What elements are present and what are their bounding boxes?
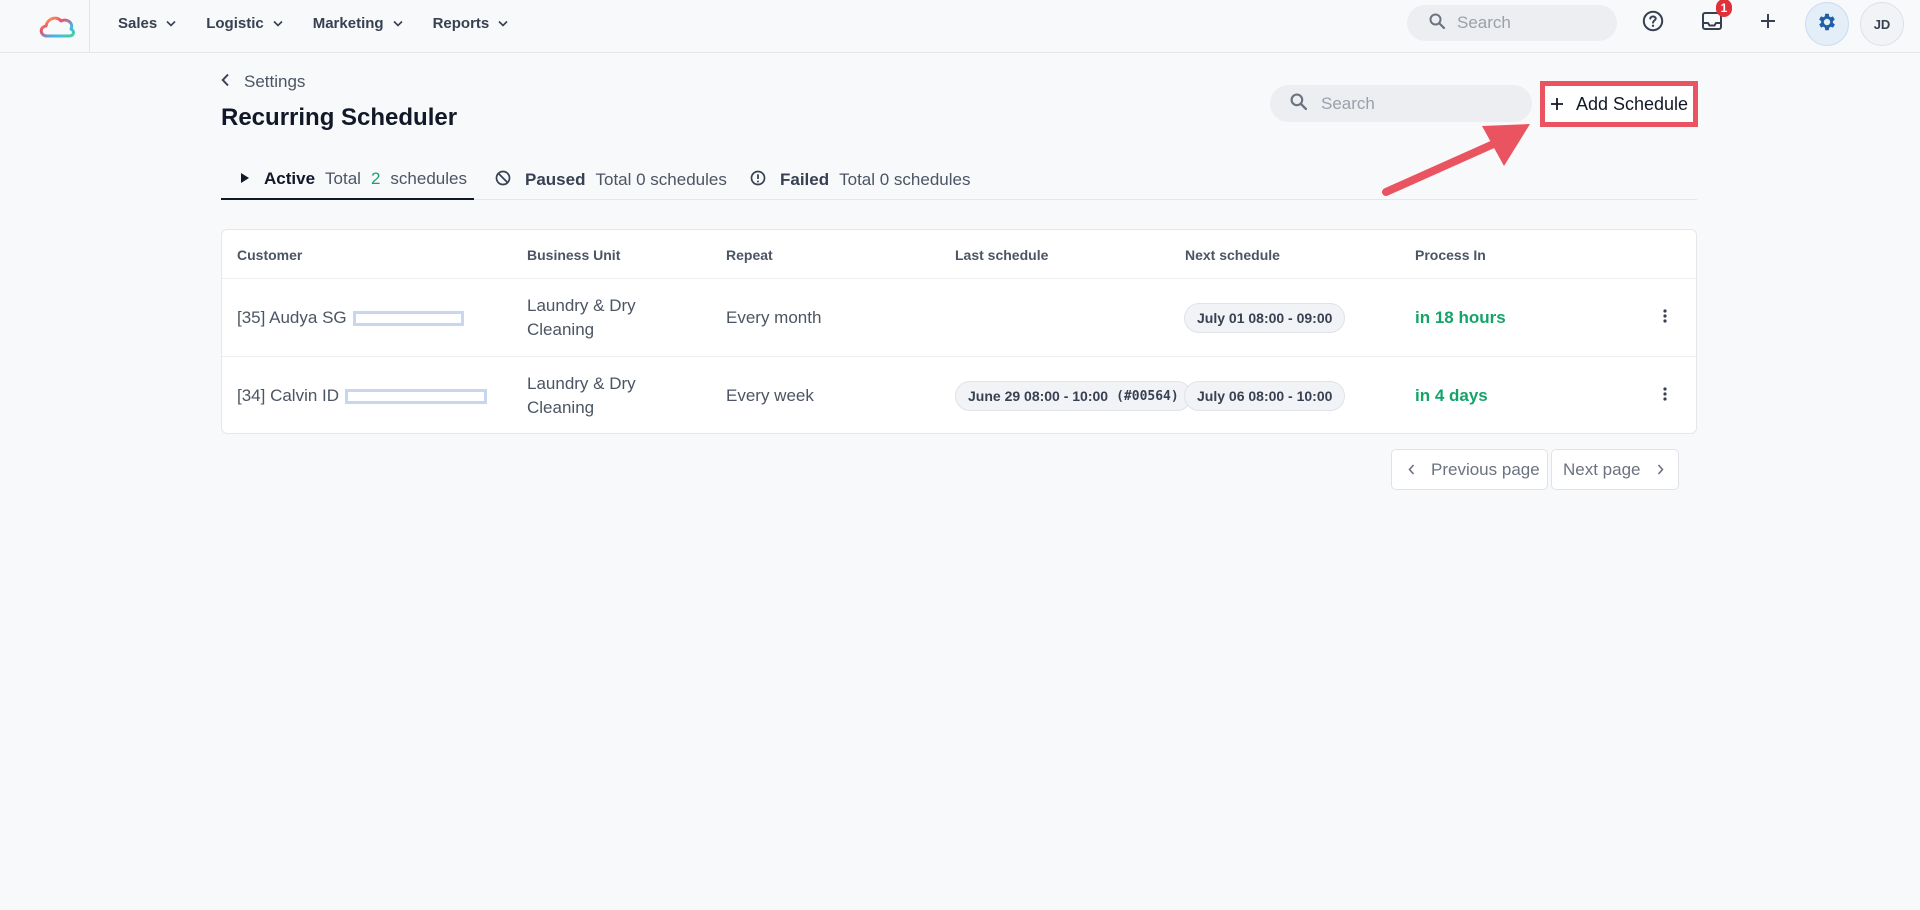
tab-active-total-prefix: Total bbox=[325, 169, 361, 188]
business-unit-line-2: Cleaning bbox=[527, 320, 595, 339]
column-header-customer: Customer bbox=[237, 247, 303, 263]
row-actions-button[interactable] bbox=[1655, 304, 1675, 332]
chevron-down-icon bbox=[273, 20, 283, 27]
tab-paused[interactable]: Paused Total 0 schedules bbox=[495, 160, 727, 200]
help-circle-icon bbox=[1642, 10, 1664, 37]
nav-marketing[interactable]: Marketing bbox=[313, 15, 403, 32]
next-schedule-text: July 01 08:00 - 09:00 bbox=[1197, 310, 1333, 326]
inbox-button[interactable]: 1 bbox=[1694, 0, 1732, 41]
chevron-left-icon bbox=[1408, 460, 1415, 480]
column-header-business-unit: Business Unit bbox=[527, 247, 621, 263]
customer-cell: [35] Audya SG bbox=[237, 306, 464, 330]
redacted-field bbox=[345, 389, 488, 405]
table-row[interactable]: [34] Calvin ID Laundry & Dry Cleaning Ev… bbox=[222, 357, 1696, 433]
customer-name: [35] Audya SG bbox=[237, 308, 347, 327]
tab-active-count: 2 bbox=[370, 169, 381, 188]
nav-sales[interactable]: Sales bbox=[118, 15, 176, 32]
repeat-cell: Every month bbox=[726, 308, 822, 327]
business-unit-cell: Laundry & Dry Cleaning bbox=[527, 294, 636, 342]
chevron-right-icon bbox=[1657, 460, 1664, 480]
nav-sales-label: Sales bbox=[118, 14, 158, 32]
last-schedule-pill: June 29 08:00 - 10:00 (#00564) bbox=[955, 381, 1192, 411]
more-vertical-icon bbox=[1663, 386, 1667, 406]
process-in-cell: in 4 days bbox=[1415, 386, 1488, 405]
column-header-last-schedule: Last schedule bbox=[955, 247, 1049, 263]
create-button[interactable] bbox=[1750, 5, 1786, 41]
back-link-label: Settings bbox=[244, 72, 306, 91]
last-schedule-text: June 29 08:00 - 10:00 bbox=[968, 388, 1109, 404]
schedules-table: Customer Business Unit Repeat Last sched… bbox=[221, 229, 1697, 434]
column-header-next-schedule: Next schedule bbox=[1185, 247, 1280, 263]
table-row[interactable]: [35] Audya SG Laundry & Dry Cleaning Eve… bbox=[222, 279, 1696, 357]
tab-paused-label: Paused bbox=[525, 170, 586, 189]
page-title: Recurring Scheduler bbox=[221, 104, 458, 131]
next-schedule-pill: July 06 08:00 - 10:00 bbox=[1184, 381, 1346, 411]
nav-reports[interactable]: Reports bbox=[433, 15, 509, 32]
global-search-input[interactable] bbox=[1457, 13, 1607, 33]
previous-page-button[interactable]: Previous page bbox=[1391, 449, 1548, 490]
gear-icon bbox=[1816, 11, 1838, 38]
tab-paused-summary: Total 0 schedules bbox=[595, 170, 727, 189]
schedule-search-input[interactable] bbox=[1321, 93, 1521, 114]
nav-marketing-label: Marketing bbox=[312, 14, 384, 32]
status-tabs: Active Total 2 schedules Paused Total 0 … bbox=[221, 160, 1697, 200]
nav-reports-label: Reports bbox=[432, 14, 490, 32]
tab-failed-summary: Total 0 schedules bbox=[839, 170, 971, 189]
more-vertical-icon bbox=[1663, 308, 1667, 328]
business-unit-cell: Laundry & Dry Cleaning bbox=[527, 372, 636, 420]
business-unit-line-1: Laundry & Dry bbox=[527, 296, 636, 315]
add-schedule-button[interactable]: Add Schedule bbox=[1540, 81, 1698, 127]
chevron-left-icon bbox=[221, 72, 230, 92]
main-menu: Sales Logistic Marketing Reports bbox=[118, 0, 538, 46]
settings-button[interactable] bbox=[1805, 2, 1849, 46]
tab-active-suffix: schedules bbox=[390, 169, 467, 188]
cloud-logo-icon[interactable] bbox=[24, 6, 90, 46]
tab-failed-label: Failed bbox=[780, 170, 830, 189]
plus-icon bbox=[1760, 13, 1776, 34]
help-button[interactable] bbox=[1635, 5, 1671, 41]
previous-page-label: Previous page bbox=[1431, 459, 1540, 479]
tab-active[interactable]: Active Total 2 schedules bbox=[221, 160, 474, 200]
chevron-down-icon bbox=[393, 20, 403, 27]
repeat-cell: Every week bbox=[726, 386, 814, 405]
next-page-button[interactable]: Next page bbox=[1551, 449, 1679, 490]
back-to-settings-link[interactable]: Settings bbox=[221, 72, 305, 92]
customer-name: [34] Calvin ID bbox=[237, 386, 340, 405]
chevron-down-icon bbox=[498, 20, 508, 27]
tab-active-label: Active bbox=[264, 169, 316, 188]
business-unit-line-1: Laundry & Dry bbox=[527, 374, 636, 393]
plus-icon bbox=[1550, 97, 1564, 111]
next-page-label: Next page bbox=[1563, 459, 1641, 479]
redacted-field bbox=[352, 311, 464, 327]
nav-logistic-label: Logistic bbox=[206, 14, 264, 32]
ban-icon bbox=[495, 170, 511, 191]
chevron-down-icon bbox=[166, 20, 176, 27]
column-header-process-in: Process In bbox=[1415, 247, 1486, 263]
last-schedule-reference: (#00564) bbox=[1116, 388, 1179, 404]
user-avatar[interactable]: JD bbox=[1860, 2, 1904, 46]
tab-failed[interactable]: Failed Total 0 schedules bbox=[750, 160, 971, 200]
schedule-search[interactable] bbox=[1270, 85, 1532, 122]
play-icon bbox=[240, 169, 250, 189]
table-header: Customer Business Unit Repeat Last sched… bbox=[222, 230, 1696, 279]
top-navbar: Sales Logistic Marketing Reports 1 JD bbox=[0, 0, 1920, 53]
search-icon bbox=[1429, 13, 1446, 34]
column-header-repeat: Repeat bbox=[726, 247, 773, 263]
nav-logistic[interactable]: Logistic bbox=[206, 15, 283, 32]
customer-cell: [34] Calvin ID bbox=[237, 384, 488, 408]
row-actions-button[interactable] bbox=[1655, 382, 1675, 410]
next-schedule-text: July 06 08:00 - 10:00 bbox=[1197, 388, 1333, 404]
process-in-cell: in 18 hours bbox=[1415, 308, 1506, 327]
logo-divider bbox=[89, 0, 90, 53]
global-search[interactable] bbox=[1407, 5, 1617, 41]
add-schedule-label: Add Schedule bbox=[1575, 93, 1689, 114]
next-schedule-pill: July 01 08:00 - 09:00 bbox=[1184, 303, 1346, 333]
notification-badge: 1 bbox=[1716, 0, 1732, 17]
search-icon bbox=[1290, 93, 1308, 115]
alert-circle-icon bbox=[750, 170, 766, 191]
business-unit-line-2: Cleaning bbox=[527, 398, 595, 417]
